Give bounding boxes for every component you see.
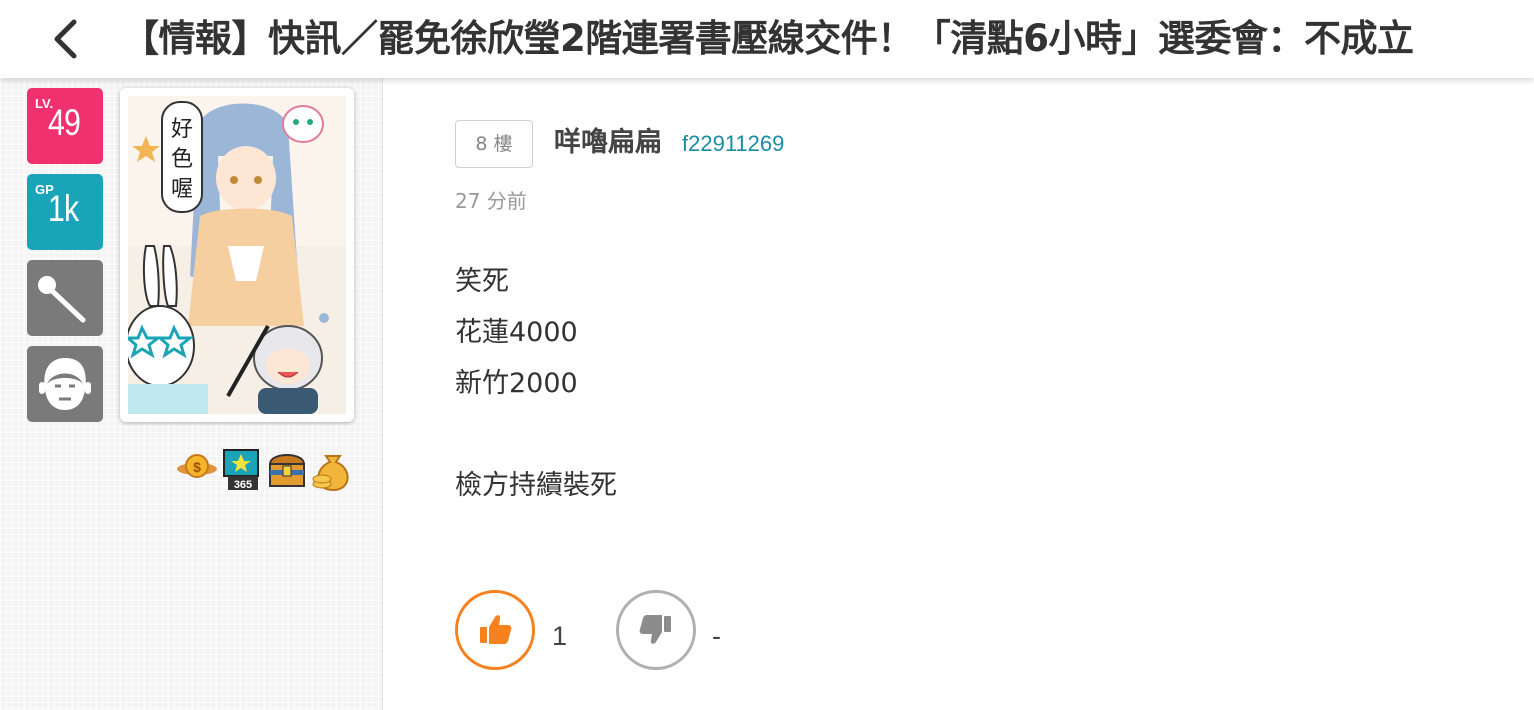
money-bag-icon[interactable] bbox=[312, 446, 354, 492]
top-bar: 【情報】快訊／罷免徐欣瑩2階連署書壓線交件！「清點6小時」選委會：不成立 bbox=[0, 0, 1534, 78]
dislike-button[interactable] bbox=[616, 590, 696, 670]
face-icon bbox=[39, 358, 91, 410]
author-id-link[interactable]: f22911269 bbox=[682, 129, 784, 159]
level-value: 49 bbox=[48, 102, 81, 143]
treasure-chest-icon[interactable] bbox=[266, 446, 308, 492]
level-badge[interactable]: LV. 49 bbox=[27, 88, 103, 164]
365-medal-icon[interactable]: 365 bbox=[220, 446, 262, 492]
gp-value: 1k bbox=[48, 188, 79, 229]
avatar-image: 好 色 喔 bbox=[128, 96, 346, 414]
medal-list: $ 365 bbox=[176, 446, 356, 492]
magic-wand-icon bbox=[38, 276, 86, 323]
post-line: 檢方持續裝死 bbox=[455, 470, 617, 501]
chevron-left-icon bbox=[54, 19, 77, 59]
svg-text:$: $ bbox=[193, 459, 201, 475]
post-line: 笑死 bbox=[455, 266, 509, 297]
post-line: 花蓮4000 bbox=[455, 317, 578, 348]
svg-text:喔: 喔 bbox=[171, 177, 193, 202]
like-button[interactable] bbox=[455, 590, 535, 670]
coin-medal-icon[interactable]: $ bbox=[176, 446, 218, 492]
career-badge[interactable] bbox=[27, 260, 103, 336]
dislike-count: - bbox=[712, 621, 721, 651]
user-info-panel: LV. 49 GP 1k 好 色 喔 $ 365 bbox=[0, 78, 383, 710]
page-title: 【情報】快訊／罷免徐欣瑩2階連署書壓線交件！「清點6小時」選委會：不成立 bbox=[122, 17, 1414, 60]
thumbs-up-icon bbox=[480, 615, 512, 644]
post-timestamp: 27 分前 bbox=[455, 189, 527, 213]
gp-badge[interactable]: GP 1k bbox=[27, 174, 103, 250]
post-line bbox=[455, 409, 617, 460]
post-line: 新竹2000 bbox=[455, 368, 578, 399]
svg-text:色: 色 bbox=[171, 147, 193, 172]
thumbs-down-icon bbox=[639, 615, 671, 644]
post-content: 笑死 花蓮4000 新竹2000 檢方持續裝死 bbox=[455, 256, 617, 511]
avatar-card[interactable]: 好 色 喔 bbox=[120, 88, 354, 422]
svg-text:好: 好 bbox=[171, 117, 193, 142]
author-name[interactable]: 咩嚕扁扁 bbox=[554, 124, 662, 162]
race-badge[interactable] bbox=[27, 346, 103, 422]
floor-number: 8 樓 bbox=[455, 120, 533, 168]
like-count: 1 bbox=[552, 621, 568, 651]
back-button[interactable] bbox=[44, 16, 88, 62]
svg-text:365: 365 bbox=[234, 479, 252, 491]
